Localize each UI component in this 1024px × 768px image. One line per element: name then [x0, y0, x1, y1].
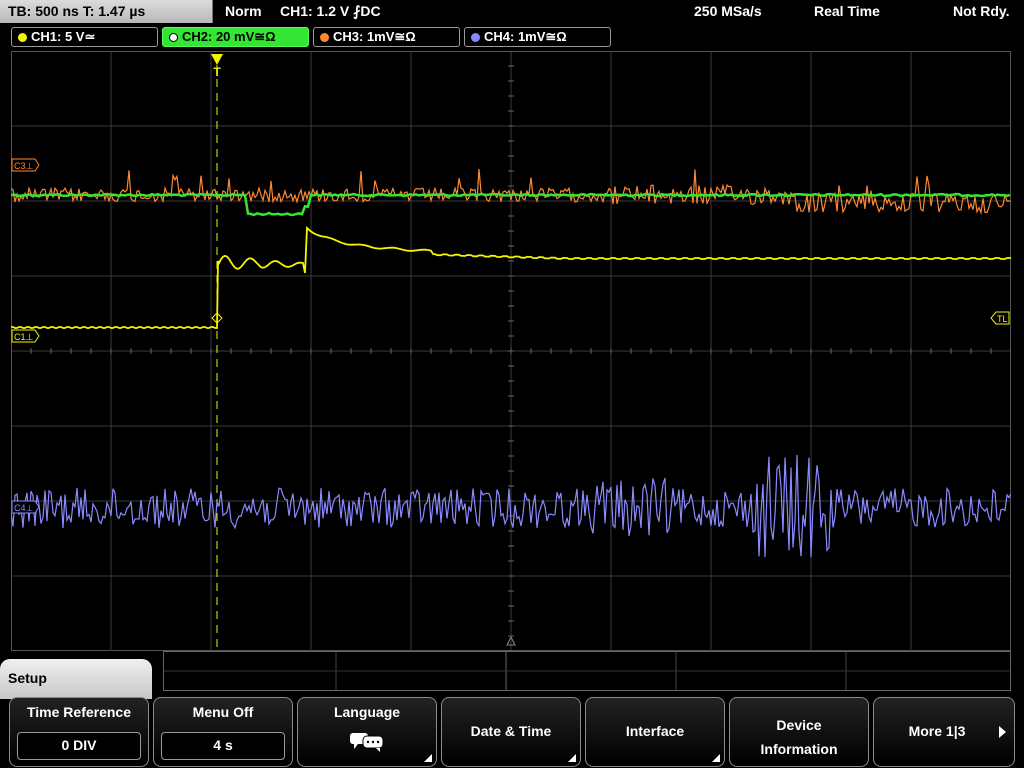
waveform-canvas: T C3⊥ C1⊥ C4⊥ TL	[11, 51, 1011, 651]
date-time-softkey[interactable]: Date & Time	[441, 697, 581, 767]
device-information-label: Device Information	[730, 698, 868, 761]
channel-tab-label: CH3: 1mV≅Ω	[333, 29, 416, 44]
interface-label: Interface	[625, 723, 685, 739]
channel-tab-label: CH1: 5 V≃	[31, 29, 96, 44]
ch4-marker-label: C4⊥	[14, 503, 34, 513]
lower-info-strip	[163, 651, 1011, 691]
channel-tab-ch3[interactable]: CH3: 1mV≅Ω	[313, 27, 460, 47]
ch4-offset-marker[interactable]: C4⊥	[11, 500, 40, 514]
interface-softkey[interactable]: Interface	[585, 697, 725, 767]
language-speech-bubbles-icon	[350, 733, 384, 752]
time-reference-softkey[interactable]: Time Reference 0 DIV	[9, 697, 149, 767]
trigger-info[interactable]: CH1: 1.2 V ⨏DC	[280, 0, 381, 23]
ch1-offset-marker[interactable]: C1⊥	[11, 329, 40, 343]
menu-off-value: 4 s	[161, 732, 285, 760]
ch3-marker-label: C3⊥	[14, 161, 34, 171]
status-bar: TB: 500 ns T: 1.47 µs Norm CH1: 1.2 V ⨏D…	[0, 0, 1024, 25]
acquisition-state: Not Rdy.	[953, 3, 1010, 19]
more-label: More 1|3	[908, 723, 966, 739]
ch4-color-dot-icon	[471, 33, 480, 42]
submenu-corner-icon	[712, 754, 720, 762]
lower-strip-dividers	[164, 652, 1010, 690]
date-time-label: Date & Time	[470, 723, 552, 739]
trigger-level-marker[interactable]: TL	[990, 311, 1010, 325]
next-page-arrow-icon	[999, 726, 1006, 738]
sample-rate: 250 MSa/s	[694, 3, 762, 19]
device-information-line1: Device	[776, 717, 822, 733]
trigger-mode[interactable]: Norm	[225, 0, 262, 23]
time-reference-value: 0 DIV	[17, 732, 141, 760]
submenu-corner-icon	[568, 754, 576, 762]
device-information-softkey[interactable]: Device Information	[729, 697, 869, 767]
menu-off-softkey[interactable]: Menu Off 4 s	[153, 697, 293, 767]
timebase-readout[interactable]: TB: 500 ns T: 1.47 µs	[0, 0, 213, 23]
trigger-position-marker-icon[interactable]	[211, 54, 223, 65]
time-reference-label: Time Reference	[26, 704, 131, 720]
ch3-color-dot-icon	[320, 33, 329, 42]
device-information-line2: Information	[760, 741, 838, 757]
submenu-corner-icon	[424, 754, 432, 762]
channel-tab-ch1[interactable]: CH1: 5 V≃	[11, 27, 158, 47]
language-softkey[interactable]: Language	[297, 697, 437, 767]
trigger-marker-label: T	[213, 65, 221, 79]
ch1-marker-label: C1⊥	[14, 332, 34, 342]
more-softkey[interactable]: More 1|3	[873, 697, 1015, 767]
menu-off-label: Menu Off	[192, 704, 254, 720]
trigger-level-label: TL	[997, 314, 1008, 324]
acquisition-mode: Real Time	[814, 3, 880, 19]
menu-title-setup: Setup	[0, 659, 152, 699]
channel-tab-ch2[interactable]: CH2: 20 mV≅Ω	[162, 27, 309, 47]
ch2-color-dot-icon	[169, 33, 178, 42]
channel-tab-label: CH4: 1mV≅Ω	[484, 29, 567, 44]
language-label: Language	[333, 704, 401, 720]
ch3-offset-marker[interactable]: C3⊥	[11, 158, 40, 172]
channel-tab-label: CH2: 20 mV≅Ω	[182, 29, 276, 44]
channel-tab-ch4[interactable]: CH4: 1mV≅Ω	[464, 27, 611, 47]
ch1-color-dot-icon	[18, 33, 27, 42]
